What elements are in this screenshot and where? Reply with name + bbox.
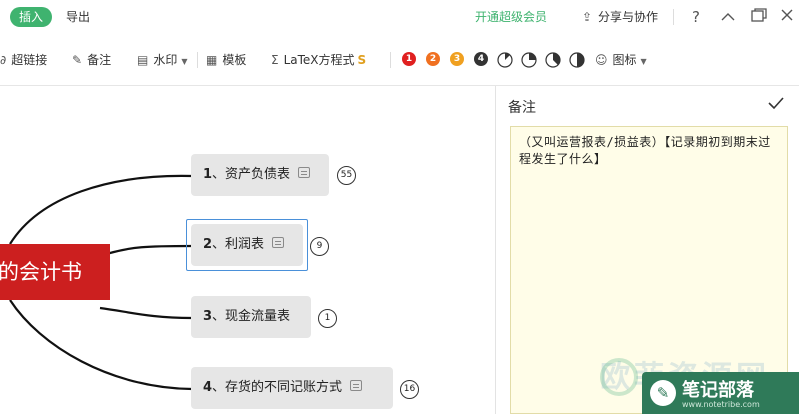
progress-25-icon[interactable] [521, 52, 537, 68]
topic-label: 、存货的不同记账方式 [212, 380, 343, 395]
toolbar: ∂ 超链接 ✎ 备注 ▤ 水印 ▼ ▦ 模板 Σ LaTeX方程式 S ☺ 图标 ▼ [0, 40, 799, 80]
count-badge: 16 [400, 380, 419, 399]
divider [197, 52, 198, 68]
topic-label: 、利润表 [212, 237, 265, 252]
smiley-icon: ☺ [595, 53, 608, 67]
watermark-label: 水印 [153, 53, 178, 67]
count-badge: 1 [318, 309, 337, 328]
latex-label: LaTeX方程式 [283, 53, 355, 67]
confirm-check-icon[interactable] [768, 95, 784, 114]
topic-number: 1 [203, 167, 213, 182]
brand-name: 笔记部落 [682, 380, 754, 401]
progress-38-icon[interactable] [545, 52, 561, 68]
brand-logo-icon: ✎ [650, 380, 676, 406]
icon-menu-button[interactable]: ☺ 图标 ▼ [595, 51, 647, 69]
watermark-icon: ▤ [137, 53, 149, 67]
priority-3-icon[interactable]: 3 [450, 52, 464, 66]
priority-4-icon[interactable]: 4 [474, 52, 488, 66]
window-restore-icon[interactable] [749, 5, 769, 29]
watermark-overlay: 欧菲资源网 ✎ 笔记部落 www.notetribe.com [600, 352, 799, 414]
share-icon: ⇪ [581, 10, 593, 24]
topic-number: 3 [203, 309, 213, 324]
mindmap-canvas[interactable]: 的会计书 1、资产负债表 55 2、利润表 9 3、现金流量表 1 4、存货的不… [0, 86, 495, 414]
topic-3[interactable]: 3、现金流量表 [191, 296, 311, 338]
count-badge: 55 [337, 166, 356, 185]
tab-insert[interactable]: 插入 [10, 7, 53, 27]
topic-2[interactable]: 2、利润表 [191, 224, 303, 266]
progress-13-icon[interactable] [497, 52, 513, 68]
priority-2-icon[interactable]: 2 [426, 52, 440, 66]
help-icon[interactable]: ? [686, 5, 706, 29]
share-button[interactable]: ⇪ 分享与协作 [580, 7, 658, 27]
note-button[interactable]: ✎ 备注 [72, 51, 111, 69]
topic-number: 2 [203, 237, 213, 252]
brand-url: www.notetribe.com [682, 400, 760, 409]
watermark-ring [600, 358, 638, 396]
vip-link[interactable]: 开通超级会员 [475, 7, 547, 27]
count-badge: 9 [310, 237, 329, 256]
divider [390, 52, 391, 68]
chevron-down-icon: ▼ [640, 57, 647, 66]
sigma-icon: Σ [271, 53, 279, 67]
link-icon: ∂ [0, 53, 7, 67]
progress-50-icon[interactable] [569, 52, 585, 68]
chevron-down-icon: ▼ [181, 57, 188, 66]
note-label: 备注 [87, 53, 112, 67]
priority-1-icon[interactable]: 1 [402, 52, 416, 66]
topic-label: 、资产负债表 [212, 167, 291, 182]
topic-label: 、现金流量表 [212, 309, 291, 324]
icon-menu-label: 图标 [612, 53, 637, 67]
template-icon: ▦ [206, 53, 218, 67]
topic-1[interactable]: 1、资产负债表 [191, 154, 329, 196]
central-topic-label: 的会计书 [0, 260, 82, 284]
latex-button[interactable]: Σ LaTeX方程式 S [271, 51, 366, 69]
share-label: 分享与协作 [598, 10, 659, 24]
brand-badge: ✎ 笔记部落 www.notetribe.com [642, 372, 799, 414]
note-icon[interactable] [298, 167, 311, 178]
note-icon: ✎ [72, 53, 83, 67]
top-bar: 插入 导出 开通超级会员 ⇪ 分享与协作 ? [0, 0, 799, 34]
template-button[interactable]: ▦ 模板 [206, 51, 246, 69]
vip-badge: S [357, 53, 367, 67]
hyperlink-button[interactable]: ∂ 超链接 [0, 51, 47, 69]
central-topic[interactable]: 的会计书 [0, 244, 110, 300]
hyperlink-label: 超链接 [11, 53, 48, 67]
panel-title: 备注 [508, 100, 536, 116]
note-icon[interactable] [350, 380, 363, 391]
collapse-icon[interactable] [718, 5, 738, 29]
template-label: 模板 [222, 53, 247, 67]
note-icon[interactable] [272, 237, 285, 248]
close-icon[interactable] [777, 5, 797, 29]
topic-number: 4 [203, 380, 213, 395]
watermark-button[interactable]: ▤ 水印 ▼ [137, 51, 188, 69]
divider [673, 9, 674, 25]
tab-export[interactable]: 导出 [66, 7, 90, 27]
topic-4[interactable]: 4、存货的不同记账方式 [191, 367, 393, 409]
